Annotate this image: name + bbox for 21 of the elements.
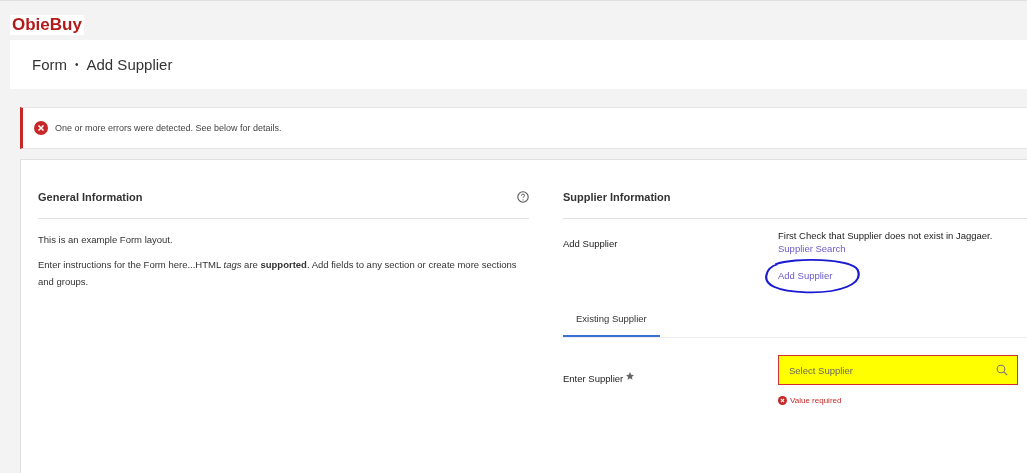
add-supplier-link[interactable]: Add Supplier — [778, 270, 833, 281]
breadcrumb-separator: • — [75, 59, 79, 70]
supplier-search-link[interactable]: Supplier Search — [778, 243, 846, 255]
section-title: General Information — [38, 191, 143, 203]
error-message: Value required — [790, 396, 842, 405]
instruction-text: This is an example Form layout. — [38, 233, 174, 247]
instruction-text: Enter instructions for the Form here...HTML tags are supported. Add fields to any section or create more sections and groups. — [38, 258, 518, 289]
error-icon — [34, 121, 48, 135]
alert-message: One or more errors were detected. See below for details. — [55, 123, 282, 133]
logo: ObieBuy — [10, 14, 84, 35]
page-title: Add Supplier — [86, 56, 173, 73]
tab[interactable]: Existing Supplier — [563, 313, 660, 337]
breadcrumb-link[interactable]: Form — [32, 56, 67, 73]
info-text: First Check that Supplier does not exist in Jaggaer. — [778, 229, 993, 243]
help-icon[interactable] — [517, 191, 529, 203]
supplier-search-field[interactable]: Select Supplier — [778, 355, 1018, 385]
error-icon — [778, 396, 787, 405]
search-icon[interactable] — [996, 364, 1008, 376]
field-label: Add Supplier — [563, 237, 619, 251]
section-title: Supplier Information — [563, 191, 671, 203]
field-label: Enter Supplier — [563, 373, 624, 384]
